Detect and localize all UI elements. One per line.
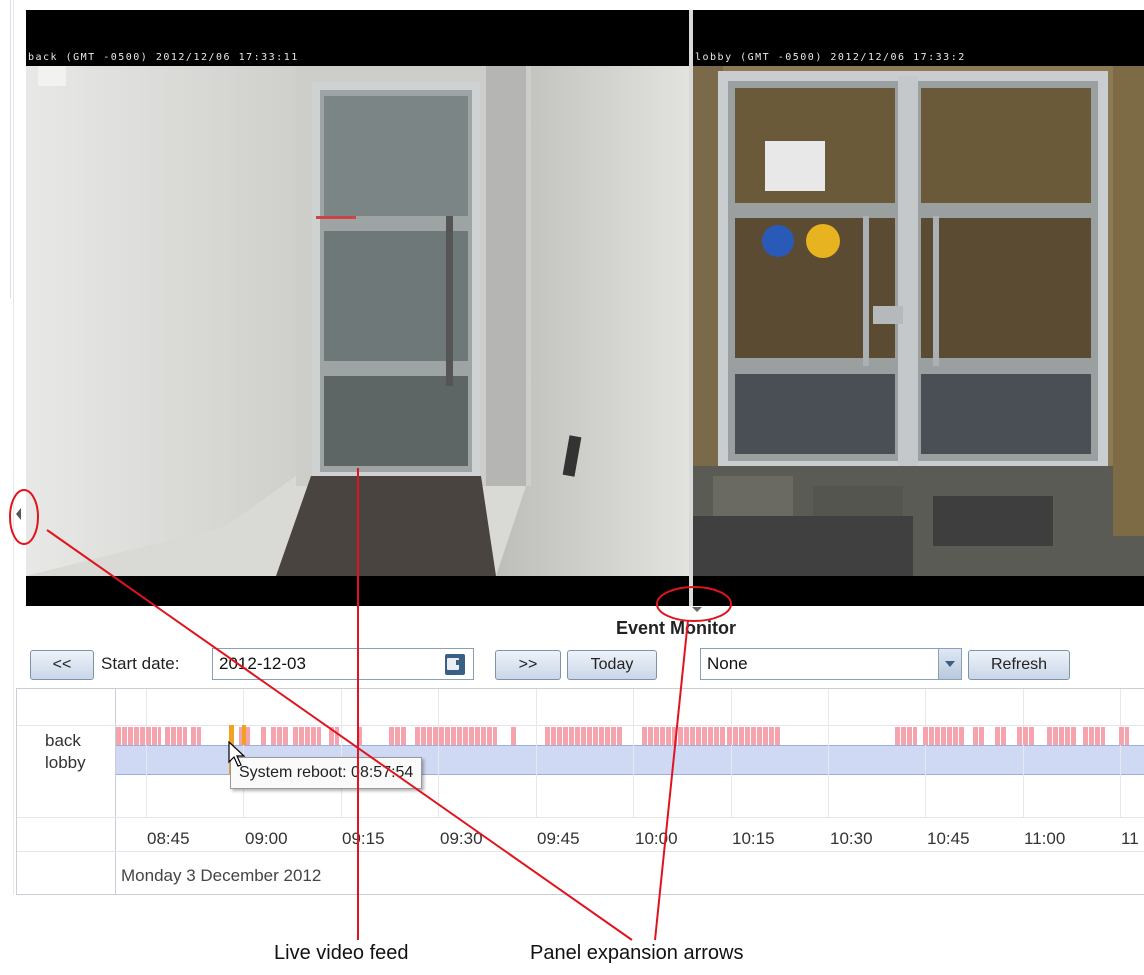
annotation-line-bottom-arrow [654,619,689,941]
annotation-circle-bottom [656,586,732,622]
annotation-circle-left [9,489,39,545]
annotation-label-arrows: Panel expansion arrows [530,942,744,964]
annotation-overlay [9,468,732,941]
annotation-label-video: Live video feed [274,942,409,964]
annotation-line-left-arrow [46,529,633,941]
